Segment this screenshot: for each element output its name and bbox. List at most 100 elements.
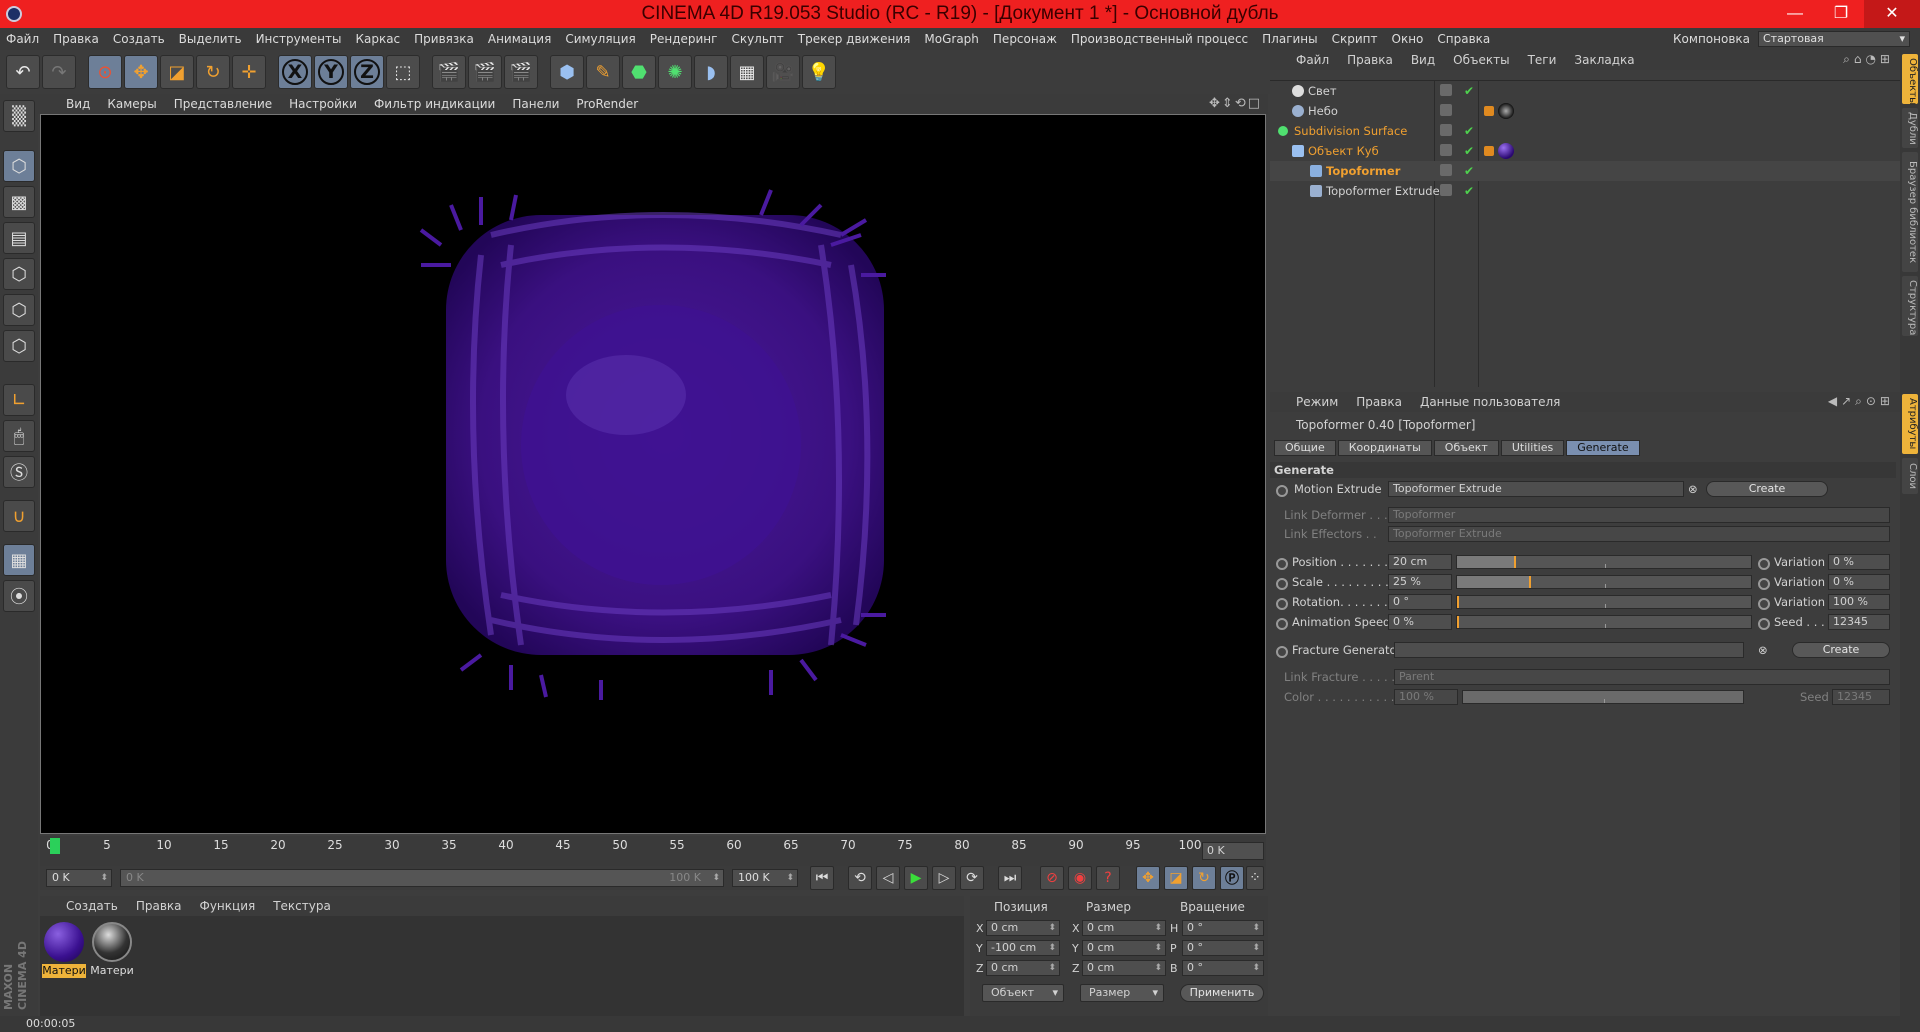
- menu-character[interactable]: Персонаж: [993, 32, 1057, 46]
- color-slider[interactable]: [1462, 690, 1744, 704]
- points-mode-icon[interactable]: ⬡: [3, 258, 35, 290]
- menu-animate[interactable]: Анимация: [488, 32, 551, 46]
- seed-radio[interactable]: [1758, 618, 1770, 630]
- scale-field[interactable]: 25 %: [1388, 574, 1452, 590]
- rotate-icon[interactable]: ↻: [196, 55, 230, 89]
- x-axis-lock-icon[interactable]: X: [278, 55, 312, 89]
- visible-check-icon[interactable]: ✔: [1464, 181, 1474, 201]
- menu-pipeline[interactable]: Производственный процесс: [1071, 32, 1248, 46]
- go-to-end-icon[interactable]: ⏭: [998, 866, 1022, 890]
- viewport-menu-prorender[interactable]: ProRender: [576, 97, 638, 111]
- viewport-nav-icons[interactable]: ✥⇕⟲□: [1209, 96, 1262, 111]
- om-menu-file[interactable]: Файл: [1296, 53, 1329, 67]
- auto-key-icon[interactable]: ◉: [1068, 866, 1092, 890]
- cube-object-icon[interactable]: ⬢: [550, 55, 584, 89]
- coordinate-system-icon[interactable]: ⬚: [386, 55, 420, 89]
- seed-field[interactable]: 12345: [1828, 614, 1890, 630]
- position-field[interactable]: 20 cm: [1388, 554, 1452, 570]
- rotation-slider[interactable]: [1456, 595, 1752, 609]
- preview-range-slider[interactable]: 0 K 100 K: [120, 869, 724, 887]
- object-row-topoformer-extrude[interactable]: Topoformer Extrude ✔: [1270, 181, 1900, 201]
- tab-object[interactable]: Объект: [1433, 440, 1499, 456]
- cloner-icon[interactable]: ✺: [658, 55, 692, 89]
- tab-takes[interactable]: Дубли: [1902, 108, 1918, 148]
- object-list[interactable]: Свет ✔ Небо Subdivision Surface ✔ Объект…: [1270, 80, 1900, 387]
- position-radio[interactable]: [1276, 558, 1288, 570]
- render-settings-icon[interactable]: 🎬: [504, 55, 538, 89]
- timeline-playhead[interactable]: [50, 838, 60, 854]
- animation-speed-radio[interactable]: [1276, 618, 1288, 630]
- tab-structure[interactable]: Структура: [1902, 276, 1918, 336]
- fracture-generator-link[interactable]: [1394, 642, 1744, 658]
- am-menu-user-data[interactable]: Данные пользователя: [1420, 395, 1560, 409]
- menu-create[interactable]: Создать: [113, 32, 165, 46]
- key-rotation-icon[interactable]: ↻: [1192, 866, 1216, 890]
- live-selection-icon[interactable]: ⊙: [88, 55, 122, 89]
- menu-snap[interactable]: Привязка: [414, 32, 474, 46]
- scale-radio[interactable]: [1276, 578, 1288, 590]
- position-x-field[interactable]: 0 cm: [986, 920, 1060, 936]
- link-picker-icon[interactable]: ⊗: [1688, 480, 1698, 498]
- coords-size-mode-select[interactable]: Размер: [1080, 984, 1164, 1002]
- minimize-button[interactable]: —: [1772, 0, 1818, 28]
- fracture-generator-radio[interactable]: [1276, 646, 1288, 658]
- size-y-field[interactable]: 0 cm: [1082, 940, 1166, 956]
- coords-mode-select[interactable]: Объект: [982, 984, 1064, 1002]
- next-frame-icon[interactable]: ▷: [932, 866, 956, 890]
- material-purple[interactable]: Матери: [42, 920, 86, 980]
- model-mode-icon[interactable]: ⬡: [3, 150, 35, 182]
- layer-flag-icon[interactable]: [1440, 124, 1452, 136]
- layout-select[interactable]: Стартовая: [1758, 31, 1910, 47]
- tab-utilities[interactable]: Utilities: [1500, 440, 1565, 456]
- camera-icon[interactable]: 🎥: [766, 55, 800, 89]
- solo-icon[interactable]: Ⓢ: [3, 456, 35, 488]
- move-icon[interactable]: ✥: [124, 55, 158, 89]
- size-z-field[interactable]: 0 cm: [1082, 960, 1166, 976]
- menu-render[interactable]: Рендеринг: [650, 32, 718, 46]
- link-effectors-select[interactable]: Topoformer Extrude: [1388, 526, 1890, 542]
- color-field[interactable]: 100 %: [1394, 689, 1458, 705]
- tab-objects[interactable]: Объекты: [1902, 54, 1918, 105]
- edges-mode-icon[interactable]: ⬡: [3, 294, 35, 326]
- om-menu-tags[interactable]: Теги: [1528, 53, 1557, 67]
- menu-file[interactable]: Файл: [6, 32, 39, 46]
- menu-select[interactable]: Выделить: [179, 32, 242, 46]
- key-scale-icon[interactable]: ◪: [1164, 866, 1188, 890]
- object-row-topoformer[interactable]: Topoformer ✔: [1270, 161, 1900, 181]
- rotation-field[interactable]: 0 °: [1388, 594, 1452, 610]
- position-slider[interactable]: [1456, 555, 1752, 569]
- layer-flag-icon[interactable]: [1440, 84, 1452, 96]
- keyframe-selection-icon[interactable]: ?: [1096, 866, 1120, 890]
- size-x-field[interactable]: 0 cm: [1082, 920, 1166, 936]
- visible-check-icon[interactable]: ✔: [1464, 141, 1474, 161]
- material-menu-function[interactable]: Функция: [200, 899, 256, 913]
- floor-icon[interactable]: ▦: [730, 55, 764, 89]
- position-variation-radio[interactable]: [1758, 558, 1770, 570]
- menu-simulate[interactable]: Симуляция: [565, 32, 635, 46]
- scale-variation-radio[interactable]: [1758, 578, 1770, 590]
- layer-flag-icon[interactable]: [1440, 164, 1452, 176]
- key-position-icon[interactable]: ✥: [1136, 866, 1160, 890]
- redo-icon[interactable]: ↷: [42, 55, 76, 89]
- y-axis-lock-icon[interactable]: Y: [314, 55, 348, 89]
- menu-mesh[interactable]: Каркас: [355, 32, 400, 46]
- menu-help[interactable]: Справка: [1437, 32, 1490, 46]
- scale-slider[interactable]: [1456, 575, 1752, 589]
- material-menu-texture[interactable]: Текстура: [273, 899, 331, 913]
- render-view-icon[interactable]: 🎬: [432, 55, 466, 89]
- rotation-h-field[interactable]: 0 °: [1182, 920, 1264, 936]
- position-y-field[interactable]: -100 cm: [986, 940, 1060, 956]
- motion-extrude-link[interactable]: Topoformer Extrude: [1388, 481, 1684, 497]
- key-pla-icon[interactable]: ⁘: [1246, 866, 1264, 890]
- material-menu-create[interactable]: Создать: [66, 899, 118, 913]
- cinema4d-app-icon[interactable]: [6, 6, 22, 22]
- om-menu-edit[interactable]: Правка: [1347, 53, 1393, 67]
- object-row-sky[interactable]: Небо: [1270, 101, 1900, 121]
- visible-check-icon[interactable]: ✔: [1464, 161, 1474, 181]
- visible-check-icon[interactable]: ✔: [1464, 81, 1474, 101]
- go-to-start-icon[interactable]: ⏮: [810, 866, 834, 890]
- om-menu-bookmarks[interactable]: Закладка: [1574, 53, 1634, 67]
- start-frame-field[interactable]: 0 K: [46, 869, 112, 887]
- menu-script[interactable]: Скрипт: [1332, 32, 1378, 46]
- subdivision-surface-icon[interactable]: ⬣: [622, 55, 656, 89]
